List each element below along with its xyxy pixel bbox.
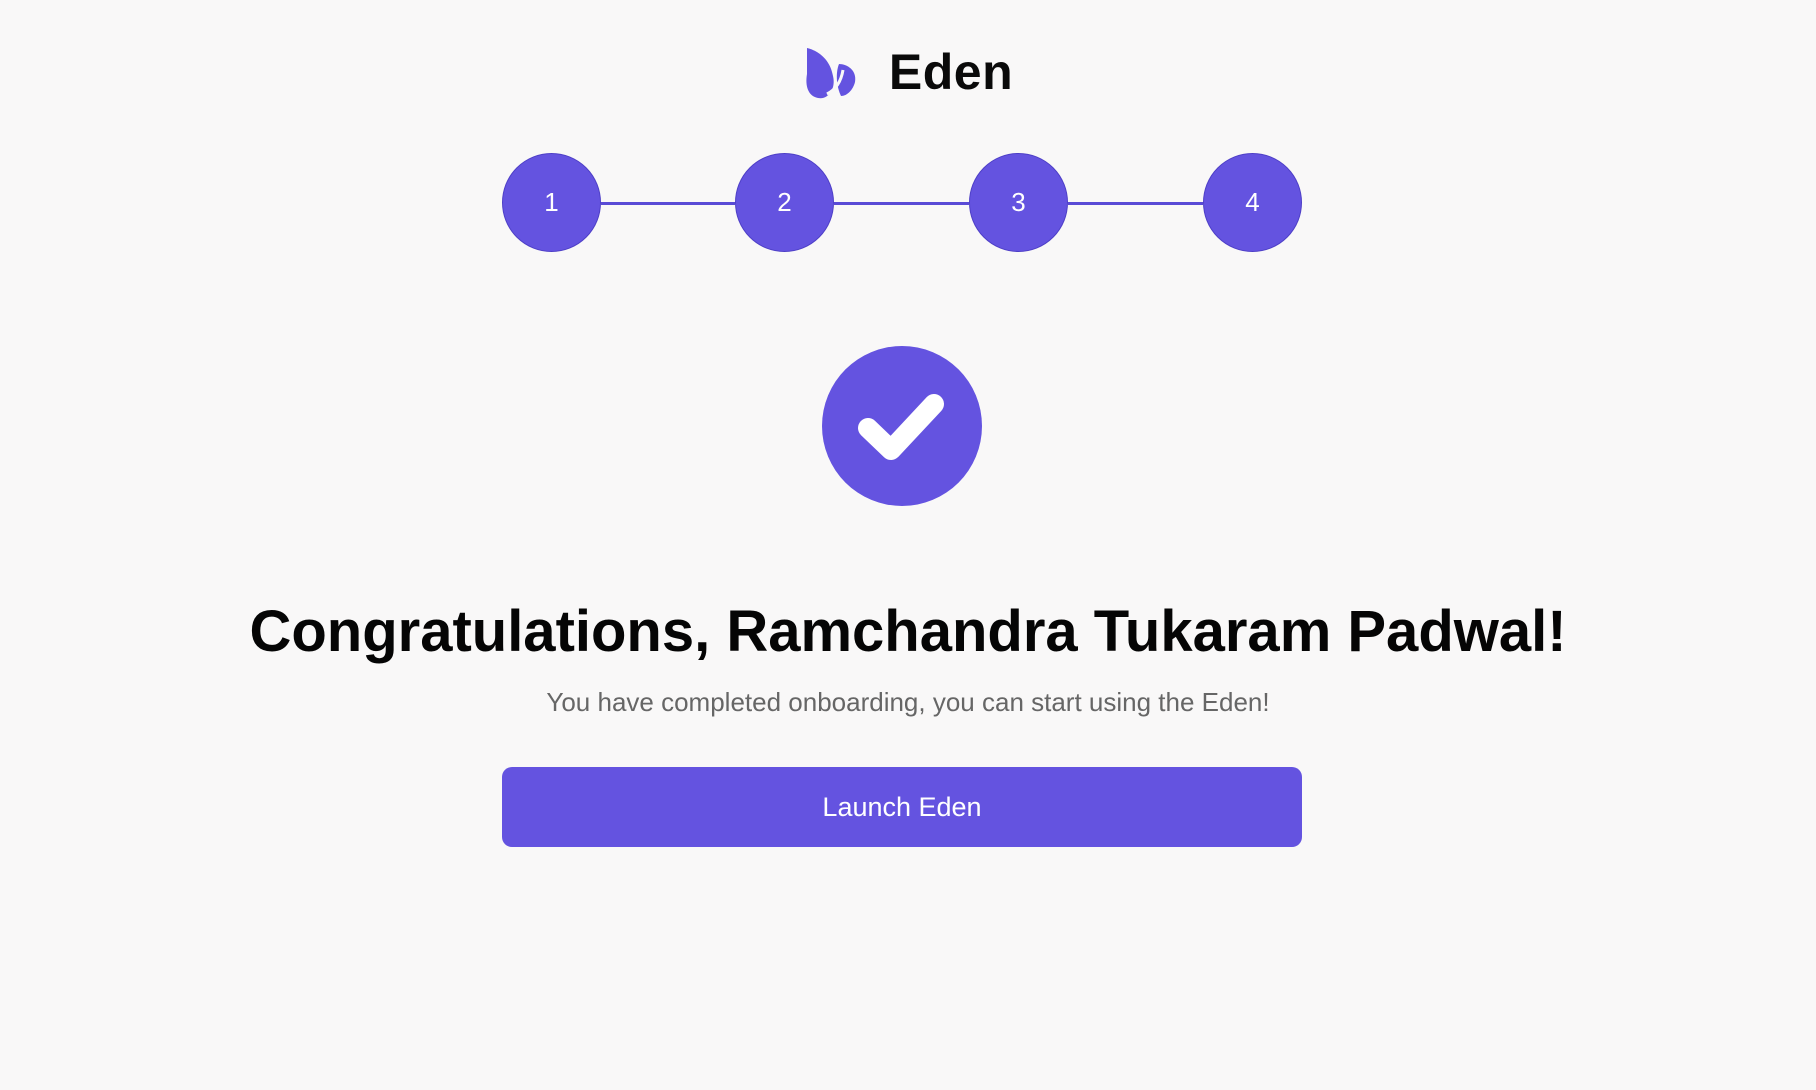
step-label: 3 xyxy=(1011,187,1026,217)
brand: Eden xyxy=(803,43,1013,101)
page-title: Congratulations, Ramchandra Tukaram Padw… xyxy=(249,599,1567,664)
brand-name: Eden xyxy=(888,44,1014,100)
step-3: 3 xyxy=(969,153,1068,252)
step-2: 2 xyxy=(735,153,834,252)
step-label: 4 xyxy=(1245,187,1260,217)
checkmark-icon xyxy=(858,394,944,460)
onboarding-stepper: 1 2 3 4 xyxy=(502,153,1302,254)
step-connector xyxy=(834,202,969,205)
launch-eden-button[interactable]: Launch Eden xyxy=(502,767,1302,847)
step-connector xyxy=(1068,202,1203,205)
step-4: 4 xyxy=(1203,153,1302,252)
leaf-logo-icon xyxy=(806,48,856,99)
page-subtitle: You have completed onboarding, you can s… xyxy=(546,687,1270,717)
step-label: 1 xyxy=(544,187,559,217)
success-badge xyxy=(822,346,982,506)
step-1: 1 xyxy=(502,153,601,252)
step-connector xyxy=(601,202,735,205)
step-label: 2 xyxy=(777,187,792,217)
header: Eden xyxy=(0,38,1816,106)
